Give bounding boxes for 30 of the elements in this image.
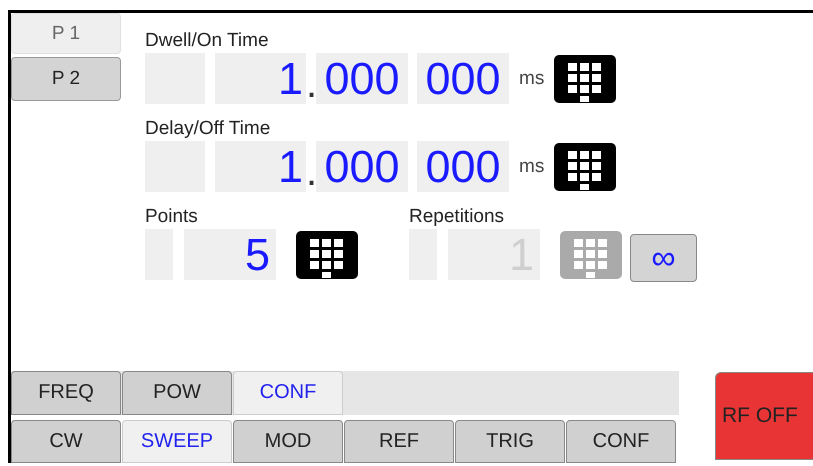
decimal-point: . [306, 64, 316, 104]
tab[interactable]: CW [11, 420, 121, 463]
value-field[interactable]: 1 [215, 141, 306, 192]
tab[interactable]: SWEEP [122, 420, 232, 463]
field-label: Points [145, 205, 199, 229]
value-field[interactable]: 5 [184, 229, 276, 280]
keypad-icon[interactable] [554, 54, 616, 102]
rf-button[interactable]: RF OFF [715, 372, 813, 460]
tab[interactable]: REF [344, 420, 454, 463]
value-field[interactable]: 000 [417, 53, 509, 104]
page-tab[interactable]: P 2 [11, 57, 121, 101]
tab[interactable]: TRIG [455, 420, 565, 463]
unit-label: ms [519, 156, 544, 178]
value-field[interactable]: 1 [215, 53, 306, 104]
decimal-point: . [306, 152, 316, 192]
unit-label: ms [519, 68, 544, 90]
keypad-icon[interactable] [554, 142, 616, 190]
value-field[interactable]: 000 [417, 141, 509, 192]
tab[interactable]: CONF [233, 371, 343, 414]
value-field[interactable]: 000 [316, 141, 408, 192]
field-label: Delay/Off Time [145, 117, 272, 141]
tab[interactable]: MOD [233, 420, 343, 463]
value-field[interactable]: 000 [316, 53, 408, 104]
tab[interactable]: CONF [566, 420, 676, 463]
tab[interactable]: FREQ [11, 371, 121, 414]
field-label: Dwell/On Time [145, 29, 270, 53]
field-label: Repetitions [409, 205, 506, 229]
tab[interactable]: POW [122, 371, 232, 414]
keypad-icon[interactable] [296, 230, 358, 278]
page-tab[interactable]: P 1 [11, 13, 121, 54]
